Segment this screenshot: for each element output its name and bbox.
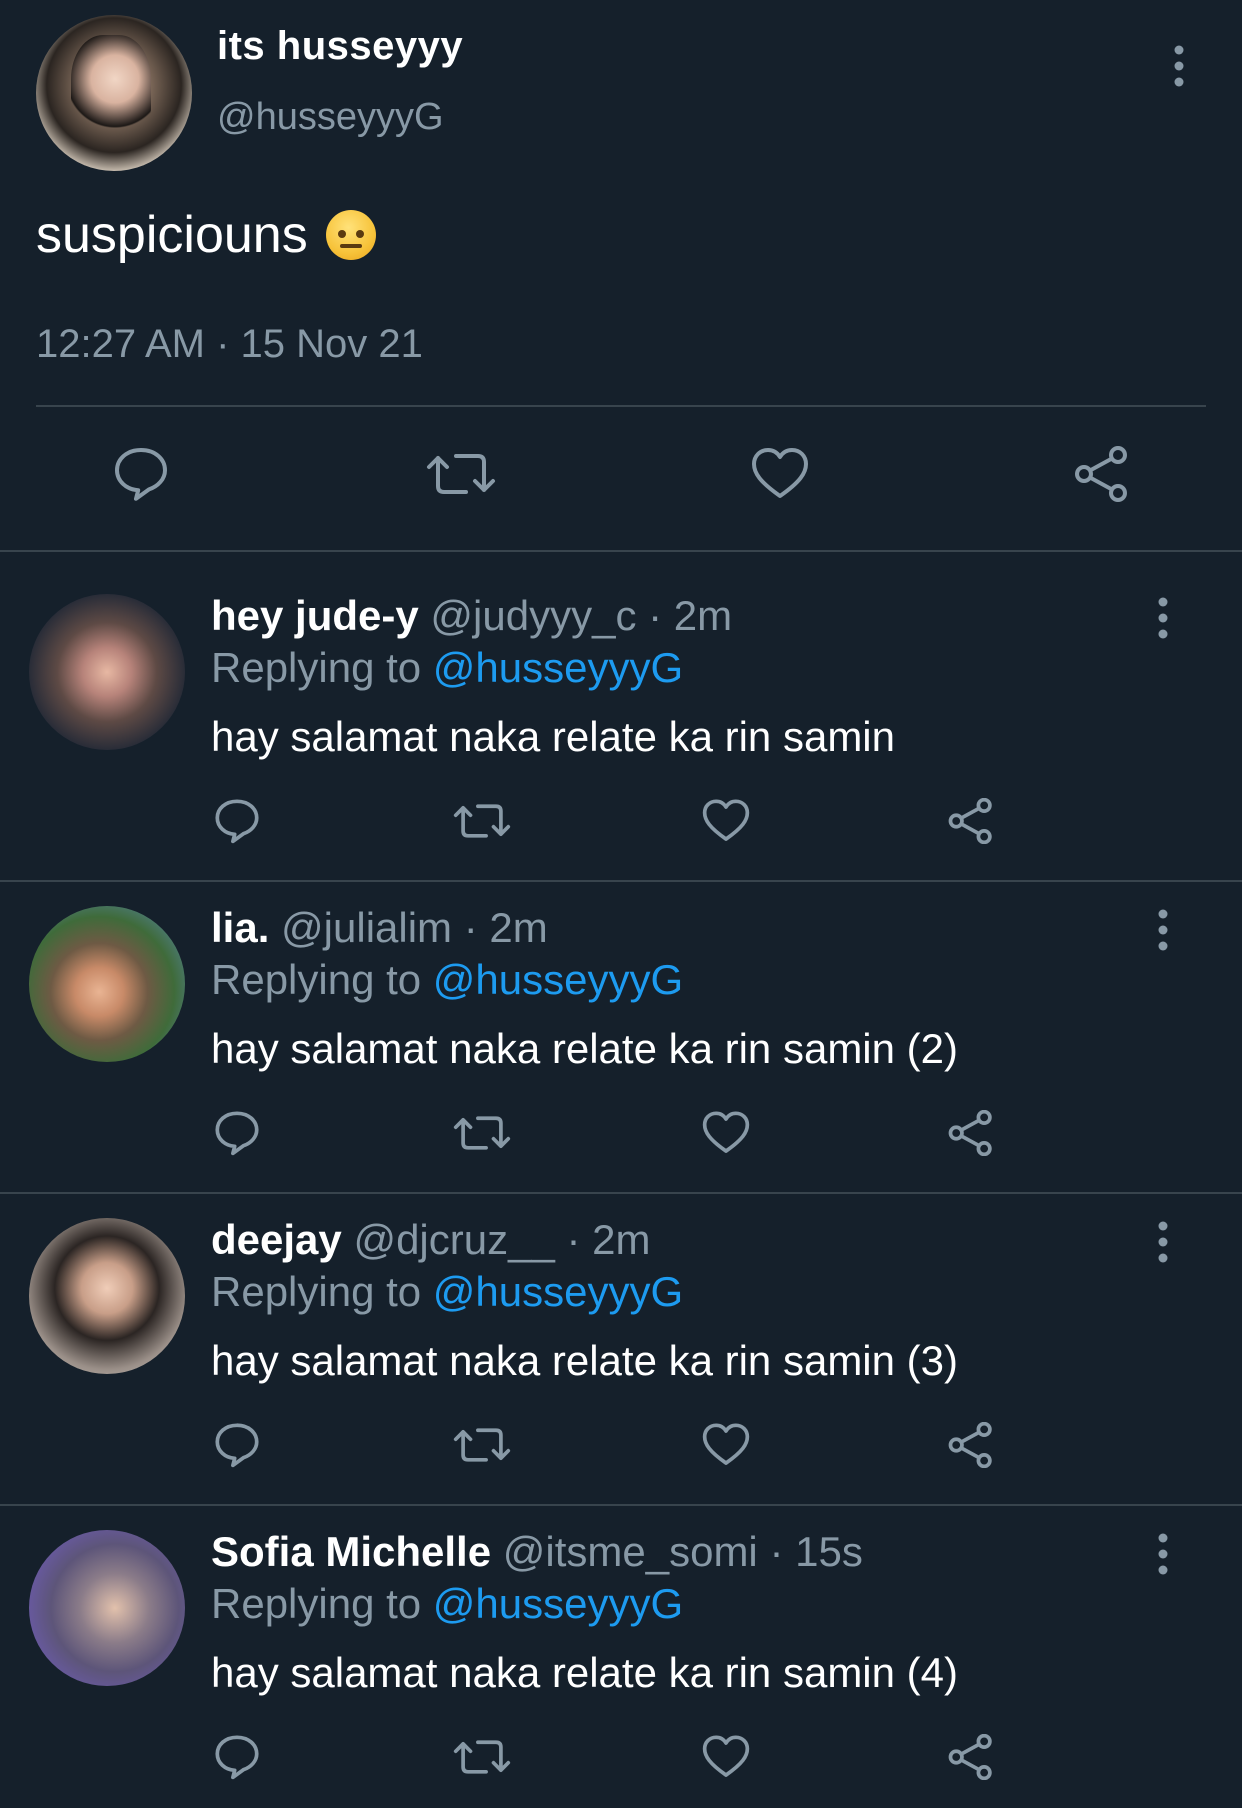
reply-text: hay salamat naka relate ka rin samin (2) bbox=[211, 1025, 958, 1072]
reply-author-name[interactable]: lia. bbox=[211, 904, 269, 951]
replying-to: Replying to @husseyyyG bbox=[211, 1580, 683, 1628]
share-icon[interactable] bbox=[946, 798, 996, 844]
reply-time: 2m bbox=[673, 592, 733, 639]
reply-header: deejay @djcruz__ · 2m bbox=[211, 1216, 651, 1264]
share-icon[interactable] bbox=[946, 1734, 996, 1780]
share-icon[interactable] bbox=[946, 1110, 996, 1156]
reply-icon[interactable] bbox=[112, 446, 170, 502]
tweet-text: suspiciouns bbox=[36, 205, 376, 265]
like-icon[interactable] bbox=[701, 1110, 751, 1156]
reply-author-handle[interactable]: @itsme_somi bbox=[503, 1528, 758, 1575]
mention-link[interactable]: @husseyyyG bbox=[433, 1580, 683, 1627]
reply-icon[interactable] bbox=[213, 1734, 261, 1780]
reply-author-name[interactable]: deejay bbox=[211, 1216, 342, 1263]
reply-time: 2m bbox=[592, 1216, 651, 1263]
avatar[interactable] bbox=[36, 15, 192, 171]
main-tweet: its husseyyy @husseyyyG suspiciouns 12:2… bbox=[0, 0, 1242, 548]
more-options-icon[interactable] bbox=[1168, 44, 1190, 88]
replying-to: Replying to @husseyyyG bbox=[211, 1268, 683, 1316]
reply-icon[interactable] bbox=[213, 1422, 261, 1468]
replying-to-label: Replying to bbox=[211, 1580, 422, 1627]
separator-dot: · bbox=[463, 904, 478, 951]
avatar[interactable] bbox=[29, 1530, 185, 1686]
reply-text: hay salamat naka relate ka rin samin (4) bbox=[211, 1649, 958, 1696]
retweet-icon[interactable] bbox=[453, 1422, 511, 1468]
face-with-raised-eyebrow-icon bbox=[325, 210, 376, 260]
reply-time: 2m bbox=[489, 904, 548, 951]
section-divider bbox=[0, 550, 1242, 552]
retweet-icon[interactable] bbox=[453, 1734, 511, 1780]
tweet-timestamp: 12:27 AM · 15 Nov 21 bbox=[36, 322, 423, 366]
separator-dot: · bbox=[648, 592, 663, 639]
separator-dot: · bbox=[566, 1216, 581, 1263]
like-icon[interactable] bbox=[750, 446, 810, 502]
separator-dot: · bbox=[769, 1528, 784, 1575]
avatar[interactable] bbox=[29, 906, 185, 1062]
reply-header: hey jude-y @judyyy_c · 2m bbox=[211, 592, 732, 640]
reply-time: 15s bbox=[795, 1528, 863, 1575]
reply-tweet[interactable]: lia. @julialim · 2m Replying to @husseyy… bbox=[0, 870, 1242, 1180]
reply-author-handle[interactable]: @julialim bbox=[281, 904, 452, 951]
replying-to-label: Replying to bbox=[211, 956, 422, 1003]
more-options-icon[interactable] bbox=[1152, 1220, 1174, 1264]
author-name[interactable]: its husseyyy bbox=[217, 24, 463, 69]
replying-to-label: Replying to bbox=[211, 1268, 422, 1315]
reply-text: hay salamat naka relate ka rin samin (3) bbox=[211, 1337, 958, 1384]
avatar[interactable] bbox=[29, 594, 185, 750]
reply-tweet[interactable]: deejay @djcruz__ · 2m Replying to @husse… bbox=[0, 1182, 1242, 1492]
reply-author-handle[interactable]: @judyyy_c bbox=[430, 592, 636, 639]
like-icon[interactable] bbox=[701, 1422, 751, 1468]
more-options-icon[interactable] bbox=[1152, 596, 1174, 640]
reply-author-name[interactable]: hey jude-y bbox=[211, 592, 419, 639]
reply-icon[interactable] bbox=[213, 798, 261, 844]
divider bbox=[36, 405, 1206, 407]
replying-to-label: Replying to bbox=[211, 644, 422, 691]
replying-to: Replying to @husseyyyG bbox=[211, 644, 683, 692]
replying-to: Replying to @husseyyyG bbox=[211, 956, 683, 1004]
reply-header: lia. @julialim · 2m bbox=[211, 904, 548, 952]
retweet-icon[interactable] bbox=[426, 446, 496, 502]
share-icon[interactable] bbox=[1072, 446, 1132, 502]
tweet-text-content: suspiciouns bbox=[36, 206, 308, 264]
share-icon[interactable] bbox=[946, 1422, 996, 1468]
reply-icon[interactable] bbox=[213, 1110, 261, 1156]
reply-tweet[interactable]: hey jude-y @judyyy_c · 2m Replying to @h… bbox=[0, 558, 1242, 868]
mention-link[interactable]: @husseyyyG bbox=[433, 956, 683, 1003]
retweet-icon[interactable] bbox=[453, 798, 511, 844]
more-options-icon[interactable] bbox=[1152, 1532, 1174, 1576]
mention-link[interactable]: @husseyyyG bbox=[433, 1268, 683, 1315]
reply-header: Sofia Michelle @itsme_somi · 15s bbox=[211, 1528, 863, 1576]
reply-text: hay salamat naka relate ka rin samin bbox=[211, 713, 895, 760]
more-options-icon[interactable] bbox=[1152, 908, 1174, 952]
reply-tweet[interactable]: Sofia Michelle @itsme_somi · 15s Replyin… bbox=[0, 1494, 1242, 1804]
like-icon[interactable] bbox=[701, 1734, 751, 1780]
like-icon[interactable] bbox=[701, 798, 751, 844]
retweet-icon[interactable] bbox=[453, 1110, 511, 1156]
avatar[interactable] bbox=[29, 1218, 185, 1374]
reply-author-handle[interactable]: @djcruz__ bbox=[353, 1216, 554, 1263]
reply-author-name[interactable]: Sofia Michelle bbox=[211, 1528, 491, 1575]
author-handle[interactable]: @husseyyyG bbox=[217, 96, 444, 139]
mention-link[interactable]: @husseyyyG bbox=[433, 644, 683, 691]
